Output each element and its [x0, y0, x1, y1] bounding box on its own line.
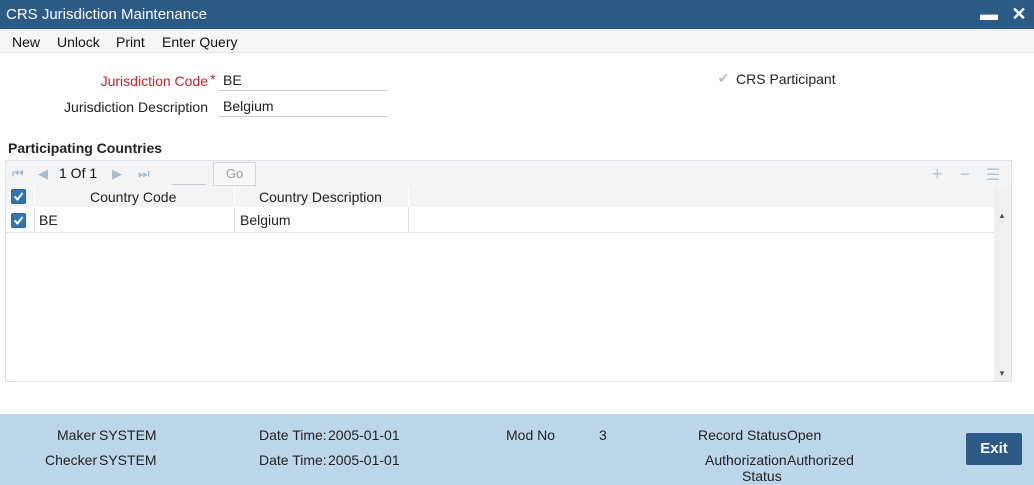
row-country-code[interactable]: BE [39, 212, 58, 228]
checker-date-time-value: 2005-01-01 [328, 452, 400, 468]
grid-header: Country Code Country Description [6, 187, 994, 207]
next-page-icon[interactable]: ▶ [112, 166, 122, 182]
jurisdiction-code-field[interactable]: BE [219, 70, 388, 91]
scroll-down-icon[interactable]: ▼ [998, 369, 1006, 378]
maker-label: Maker [57, 427, 96, 443]
go-button[interactable]: Go [213, 162, 256, 186]
authorization-status-value: Authorized [787, 452, 854, 468]
maker-value: SYSTEM [99, 427, 157, 443]
delete-row-icon[interactable]: − [960, 164, 971, 185]
add-row-icon[interactable]: + [932, 164, 943, 185]
minimize-icon[interactable]: ▬ [979, 3, 999, 25]
authorization-status-label: Authorization [705, 452, 787, 468]
mod-no-value: 3 [599, 427, 607, 443]
jurisdiction-code-label: Jurisdiction Code [100, 73, 208, 89]
exit-button[interactable]: Exit [966, 433, 1022, 465]
table-row[interactable]: BE Belgium [6, 207, 994, 233]
authorization-status-label-line2: Status [742, 468, 782, 484]
row-checkbox[interactable] [11, 213, 26, 228]
column-country-code[interactable]: Country Code [90, 189, 176, 205]
column-country-description[interactable]: Country Description [259, 189, 382, 205]
menu-new[interactable]: New [12, 34, 40, 50]
vertical-scrollbar[interactable]: ▲ ▼ [994, 187, 1011, 381]
maker-date-time-label: Date Time: [259, 427, 327, 443]
menu-unlock[interactable]: Unlock [57, 34, 100, 50]
maker-date-time-value: 2005-01-01 [328, 427, 400, 443]
page-number-input[interactable] [172, 163, 206, 185]
menu-bar: New Unlock Print Enter Query [0, 29, 1034, 53]
first-page-icon[interactable]: ⏮ [12, 166, 24, 182]
checker-label: Checker [45, 452, 98, 468]
crs-participant-checkbox[interactable]: ✔ [716, 71, 731, 86]
scroll-up-icon[interactable]: ▲ [998, 211, 1006, 220]
title-bar: CRS Jurisdiction Maintenance ▬ ✕ [0, 0, 1034, 29]
select-all-checkbox[interactable] [11, 189, 26, 204]
record-status-label: Record Status [698, 427, 787, 443]
checker-date-time-label: Date Time: [259, 452, 327, 468]
previous-page-icon[interactable]: ◀ [38, 166, 48, 182]
jurisdiction-description-label: Jurisdiction Description [64, 99, 208, 115]
mod-no-label: Mod No [506, 427, 556, 443]
close-icon[interactable]: ✕ [1009, 3, 1029, 25]
list-view-icon[interactable]: ☰ [986, 165, 1000, 185]
crs-participant-label: CRS Participant [736, 71, 836, 87]
grid-pager: ⏮ ◀ 1 Of 1 ▶ ⏭ Go + − ☰ [6, 161, 1011, 187]
window-title: CRS Jurisdiction Maintenance [6, 6, 207, 23]
participating-countries-grid: ⏮ ◀ 1 Of 1 ▶ ⏭ Go + − ☰ Country Code Cou… [5, 160, 1012, 382]
jurisdiction-description-field[interactable]: Belgium [219, 96, 388, 117]
menu-print[interactable]: Print [116, 34, 145, 50]
last-page-icon[interactable]: ⏭ [138, 166, 150, 182]
row-country-description[interactable]: Belgium [240, 212, 291, 228]
audit-footer: Maker SYSTEM Checker SYSTEM Date Time: 2… [0, 414, 1034, 485]
participating-countries-title: Participating Countries [8, 140, 163, 156]
checker-value: SYSTEM [99, 452, 157, 468]
record-status-value: Open [787, 427, 822, 443]
menu-enter-query[interactable]: Enter Query [162, 34, 237, 50]
page-indicator: 1 Of 1 [59, 165, 98, 181]
